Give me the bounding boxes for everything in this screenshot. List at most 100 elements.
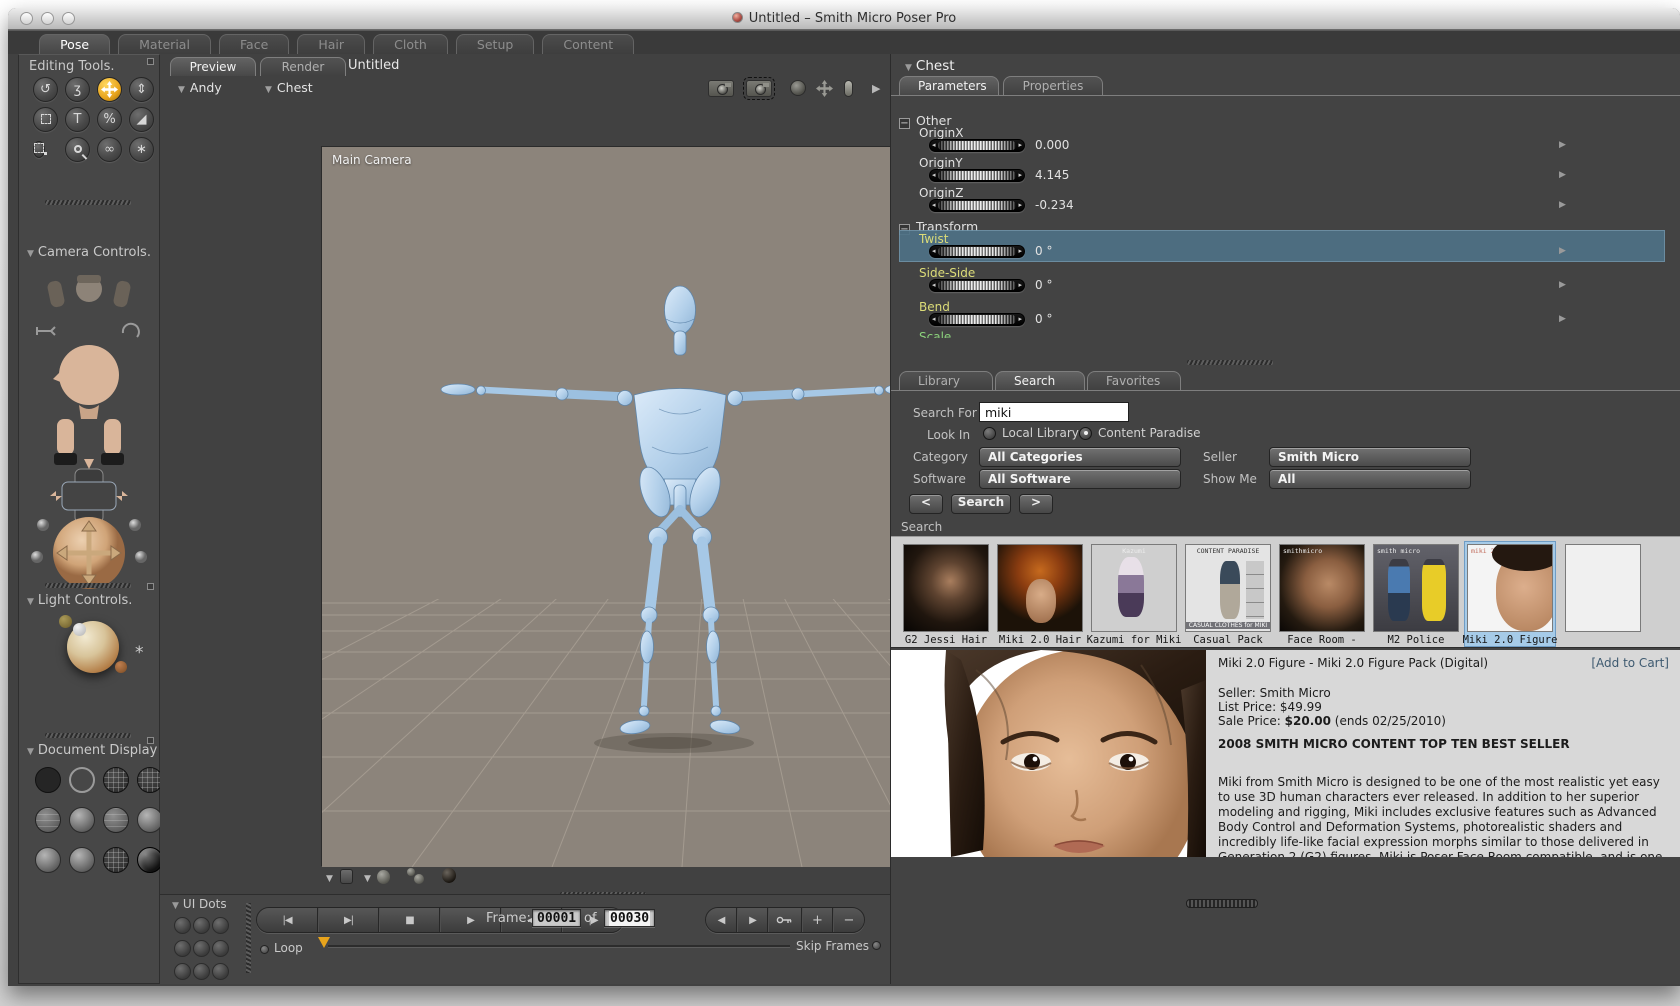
radio-local-library[interactable]: Local Library	[983, 426, 1079, 440]
result-thumb[interactable]: Kazumi Kazumi for Miki	[1087, 542, 1181, 646]
first-frame-button[interactable]: |◀	[257, 908, 318, 932]
param-dial[interactable]	[929, 169, 1025, 182]
display-style-flat-lined-icon[interactable]	[103, 807, 129, 833]
total-frames-field[interactable]: 00030	[604, 909, 656, 927]
tab-hair[interactable]: Hair	[297, 34, 366, 55]
tracking-ball-icon[interactable]	[377, 870, 390, 884]
timeline-track[interactable]	[328, 945, 790, 948]
current-frame-field[interactable]: 00001	[532, 909, 582, 927]
category-dropdown[interactable]: All Categories	[979, 447, 1181, 467]
param-value[interactable]: 0 °	[1035, 278, 1052, 292]
tab-parameters[interactable]: Parameters	[899, 76, 999, 95]
chain-break-tool-icon[interactable]: ∞	[97, 137, 122, 162]
multi-ball-icon[interactable]	[414, 874, 424, 884]
panel-expand-icon[interactable]: ▶	[872, 82, 880, 95]
result-thumb[interactable]: smith micro M2 Police	[1371, 542, 1461, 646]
ui-dot[interactable]	[212, 963, 229, 980]
ui-dot[interactable]	[193, 940, 210, 957]
display-style-smooth-shaded-icon[interactable]	[35, 847, 61, 873]
tab-setup[interactable]: Setup	[455, 34, 535, 55]
actor-menu[interactable]: ▼ Chest	[265, 80, 313, 95]
next-page-button[interactable]: >	[1019, 494, 1053, 514]
magnifier-tool-icon[interactable]	[65, 137, 90, 162]
software-dropdown[interactable]: All Software	[979, 469, 1181, 489]
light-dot-icon[interactable]	[59, 615, 72, 628]
seller-dropdown[interactable]: Smith Micro	[1269, 447, 1471, 467]
param-dial[interactable]	[929, 313, 1025, 326]
search-input[interactable]	[979, 402, 1129, 422]
param-expand-icon[interactable]: ▶	[1559, 280, 1566, 290]
translate-inout-tool-icon[interactable]: ⇕	[129, 77, 154, 102]
ui-dot[interactable]	[212, 917, 229, 934]
ui-dot[interactable]	[174, 917, 191, 934]
rotate-tool-icon[interactable]: ↺	[33, 77, 58, 102]
param-expand-icon[interactable]: ▶	[1559, 246, 1566, 256]
search-button[interactable]: Search	[951, 494, 1011, 514]
prev-page-button[interactable]: <	[909, 494, 943, 514]
depth-cue-menu-icon[interactable]: ▼	[326, 874, 333, 884]
display-style-outline-icon[interactable]	[69, 767, 95, 793]
result-thumb[interactable]: smithmicro Face Room -	[1277, 542, 1367, 646]
wind-tool-icon[interactable]: ∗	[129, 137, 154, 162]
horizontal-scrollbar-thumb[interactable]	[1186, 899, 1258, 908]
light-dot-icon[interactable]	[115, 661, 127, 673]
figure-menu[interactable]: ▼ Andy	[178, 80, 222, 95]
radio-content-paradise[interactable]: Content Paradise	[1079, 426, 1200, 440]
show-me-dropdown[interactable]: All	[1269, 469, 1471, 489]
loop-indicator-icon[interactable]	[260, 945, 269, 954]
trackball-icon[interactable]	[790, 80, 806, 96]
param-dial[interactable]	[929, 199, 1025, 212]
ui-dot[interactable]	[193, 917, 210, 934]
panel-divider[interactable]	[45, 200, 131, 205]
display-style-smooth-lined-icon[interactable]	[69, 847, 95, 873]
param-expand-icon[interactable]: ▶	[1559, 314, 1566, 324]
morph-putty-tool-icon[interactable]: %	[97, 107, 122, 132]
panel-divider[interactable]	[45, 583, 131, 588]
panel-corner-icon[interactable]	[147, 58, 154, 65]
move-camera-icon[interactable]	[816, 80, 833, 97]
panel-divider[interactable]	[45, 733, 131, 738]
last-frame-button[interactable]: ▶|	[318, 908, 379, 932]
display-style-silhouette-icon[interactable]	[35, 767, 61, 793]
param-expand-icon[interactable]: ▶	[1559, 140, 1566, 150]
skip-frames-indicator-icon[interactable]	[872, 941, 881, 950]
depth-cue-icon[interactable]	[340, 869, 353, 884]
param-value[interactable]: 0 °	[1035, 244, 1052, 258]
camera-select-icon[interactable]	[743, 77, 775, 100]
param-dial[interactable]	[929, 139, 1025, 152]
param-value[interactable]: 4.145	[1035, 168, 1069, 182]
tab-material[interactable]: Material	[118, 34, 211, 55]
result-thumb[interactable]: G2 Jessi Hair	[901, 542, 991, 646]
param-expand-icon[interactable]: ▶	[1559, 200, 1566, 210]
tab-properties[interactable]: Properties	[1003, 76, 1103, 95]
panel-divider[interactable]	[246, 903, 251, 973]
ui-dot[interactable]	[193, 963, 210, 980]
tab-search[interactable]: Search	[995, 371, 1085, 390]
parameters-header[interactable]: ▼ Chest	[905, 58, 955, 74]
tab-face[interactable]: Face	[219, 34, 290, 55]
camera-controls-graphic[interactable]	[27, 267, 151, 589]
result-thumb[interactable]: CONTENT PARADISE CASUAL CLOTHES for MIKI …	[1183, 542, 1273, 646]
tab-library[interactable]: Library	[899, 371, 993, 390]
param-dial[interactable]	[929, 279, 1025, 292]
next-key-button[interactable]: ▶	[737, 908, 768, 932]
param-expand-icon[interactable]: ▶	[1559, 170, 1566, 180]
ui-dot[interactable]	[174, 940, 191, 957]
sun-icon[interactable]: *	[135, 643, 144, 663]
result-thumb[interactable]: Miki 2.0 Hair	[995, 542, 1085, 646]
display-style-flat-shaded-icon[interactable]	[69, 807, 95, 833]
prev-key-button[interactable]: ◀	[706, 908, 737, 932]
delete-keyframe-button[interactable]: −	[833, 908, 864, 932]
add-to-cart-link[interactable]: [Add to Cart]	[1591, 656, 1669, 670]
ui-dot[interactable]	[174, 963, 191, 980]
tab-render[interactable]: Render	[260, 57, 346, 76]
translate-tool-icon[interactable]	[97, 77, 122, 102]
paint-bucket-tool-icon[interactable]: ◢	[129, 107, 154, 132]
result-thumb-partial[interactable]	[1563, 542, 1643, 646]
light-dot-icon[interactable]	[73, 623, 86, 636]
panel-corner-icon[interactable]	[147, 583, 154, 590]
add-keyframe-button[interactable]: +	[802, 908, 833, 932]
light-indicator-icon[interactable]	[844, 80, 853, 97]
param-dial[interactable]	[929, 245, 1025, 258]
ui-dot[interactable]	[212, 940, 229, 957]
